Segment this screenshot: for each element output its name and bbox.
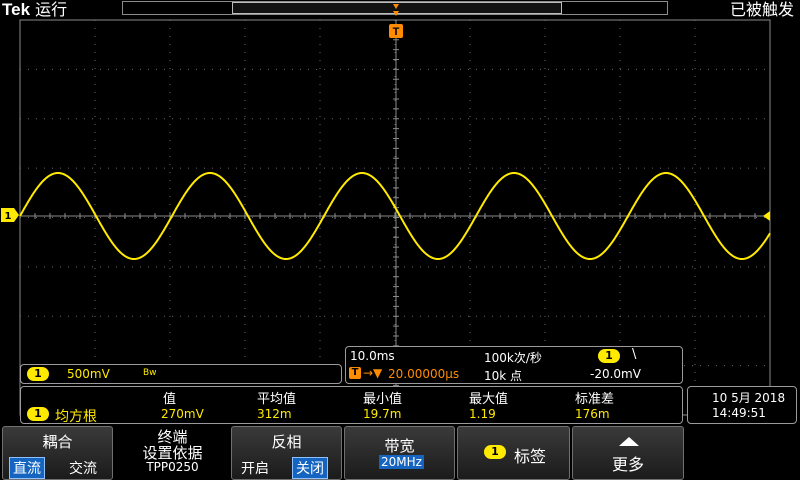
trigger-position-arrow-icon [393,11,399,16]
channel-scale: 500mV [67,367,110,381]
measurement-panel[interactable]: 值 平均值 最小值 最大值 标准差 1 均方根 270mV 312m 19.7m… [20,386,683,425]
horizontal-position: 20.00000µs [388,367,460,381]
meas-value: 270mV [161,407,204,421]
label-channel-badge: 1 [484,445,506,459]
sample-rate: 100k次/秒 [484,351,542,365]
trigger-position-marker-icon [393,4,399,9]
coupling-button[interactable]: 耦合 直流 交流 [2,426,113,480]
bandwidth-button[interactable]: 带宽 20MHz [344,426,455,480]
meas-mean: 312m [257,407,292,421]
coupling-ac-option[interactable]: 交流 [69,458,97,478]
arrow-right-icon: →▼ [363,366,383,380]
meas-header-stddev: 标准差 [575,392,615,407]
meas-header-mean: 平均值 [257,392,297,407]
trigger-source-badge: 1 [598,349,620,363]
termination-button[interactable]: 终端 设置依据 TPP0250 [116,426,229,480]
horizontal-readout[interactable]: 10.0ms 100k次/秒 1 \ T →▼ 20.00000µs 10k 点… [345,346,683,384]
chevron-up-icon [619,437,639,446]
record-length: 10k 点 [484,369,523,383]
invert-off-option[interactable]: 关闭 [292,457,328,479]
meas-name: 均方根 [55,409,97,425]
meas-max: 1.19 [469,407,496,421]
bandwidth-value: 20MHz [379,455,424,469]
meas-stddev: 176m [575,407,610,421]
datetime-readout[interactable]: 10 5月 2018 14:49:51 [687,386,797,424]
more-button[interactable]: 更多 [572,426,684,480]
meas-header-max: 最大值 [469,392,509,407]
meas-channel-badge: 1 [27,407,49,421]
label-button[interactable]: 1 标签 [457,426,570,480]
bandwidth-title: 带宽 [384,437,415,455]
trigger-level: -20.0mV [590,367,641,381]
trigger-level-marker-icon [763,211,770,221]
trigger-t-label: T [393,26,400,38]
time: 14:49:51 [712,406,766,420]
channel-ground-marker-label: 1 [5,211,12,222]
bandwidth-limit-icon: Bw [143,368,157,378]
meas-header-value: 值 [163,392,177,407]
coupling-dc-option[interactable]: 直流 [9,457,45,479]
channel-readout[interactable]: 1 500mV Bw [20,364,342,384]
invert-button[interactable]: 反相 开启 关闭 [231,426,342,480]
time-per-div: 10.0ms [350,349,395,363]
date: 10 5月 2018 [712,391,786,405]
trigger-position-icon: T [349,367,361,379]
invert-on-option[interactable]: 开启 [241,458,269,478]
probe-model: TPP0250 [146,460,199,474]
meas-min: 19.7m [363,407,402,421]
channel-badge: 1 [27,367,49,381]
label-title: 标签 [514,447,547,466]
meas-header-min: 最小值 [363,392,403,407]
coupling-title: 耦合 [42,433,73,451]
invert-title: 反相 [271,433,302,451]
falling-edge-icon: \ [632,347,637,362]
more-title: 更多 [611,455,644,474]
